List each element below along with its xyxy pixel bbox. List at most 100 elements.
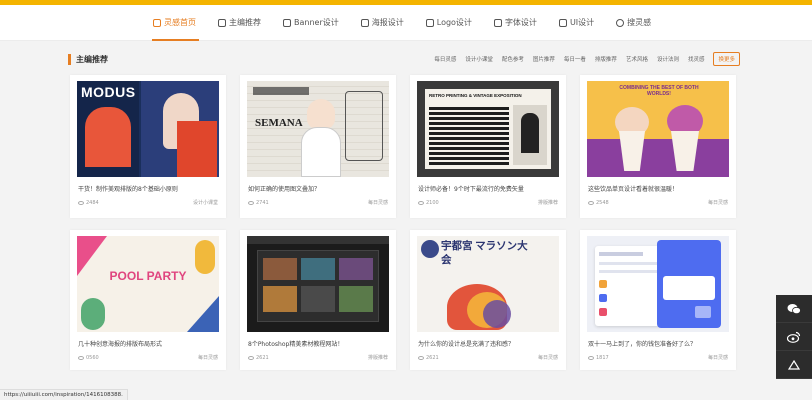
views-value: 2484 bbox=[86, 199, 99, 206]
filter-item[interactable]: 艺术风格 bbox=[626, 55, 648, 63]
side-toolbar bbox=[776, 295, 812, 379]
wechat-icon bbox=[787, 303, 801, 314]
card-title[interactable]: 设计师必备！9个时下最流行的免费矢量 bbox=[410, 177, 566, 199]
card-meta: 2548 每日灵感 bbox=[580, 199, 736, 206]
view-count: 2621 bbox=[418, 355, 439, 361]
thumb-caption: SEMANA bbox=[255, 117, 303, 129]
ui-icon bbox=[558, 18, 567, 27]
search-icon bbox=[616, 18, 625, 27]
card-title[interactable]: 双十一马上到了，你的钱包准备好了么？ bbox=[580, 332, 736, 354]
card-thumbnail[interactable]: RETRO PRINTING & VINTAGE EXPOSITION bbox=[417, 81, 559, 177]
card-grid: MODUS 干货！制作美观排版的8个基础小原则 2484 设计小课堂 SEMAN… bbox=[70, 75, 736, 370]
eye-icon bbox=[588, 355, 594, 360]
card-thumbnail[interactable]: 宇都宮 マラソン大会 bbox=[417, 236, 559, 332]
nav-label: 灵感首页 bbox=[164, 18, 196, 27]
card-thumbnail[interactable]: POOL PARTY bbox=[77, 236, 219, 332]
card-title[interactable]: 如何正确的使用图文叠加？ bbox=[240, 177, 396, 199]
nav-label: 字体设计 bbox=[504, 18, 537, 27]
wechat-share-button[interactable] bbox=[776, 295, 812, 323]
view-count: 2621 bbox=[248, 355, 269, 361]
nav-item-search[interactable]: 搜灵感 bbox=[611, 5, 668, 41]
card-title[interactable]: 8个Photoshop精美素材教程网站！ bbox=[240, 332, 396, 354]
card-thumbnail[interactable]: SEMANA bbox=[247, 81, 389, 177]
article-card[interactable]: 双十一马上到了，你的钱包准备好了么？ 1817 每日灵感 bbox=[580, 230, 736, 370]
card-tag[interactable]: 每日灵感 bbox=[368, 199, 388, 206]
weibo-icon bbox=[787, 331, 801, 343]
home-icon bbox=[153, 18, 161, 27]
thumb-caption: RETRO PRINTING & VINTAGE EXPOSITION bbox=[429, 93, 522, 98]
back-to-top-button[interactable] bbox=[776, 351, 812, 379]
filter-item[interactable]: 排版推荐 bbox=[595, 55, 617, 63]
thumb-caption: MODUS bbox=[81, 84, 136, 100]
back-to-top-icon bbox=[788, 359, 800, 370]
card-thumbnail[interactable] bbox=[247, 236, 389, 332]
card-title[interactable]: 为什么你的设计总是充满了违和感？ bbox=[410, 332, 566, 354]
weibo-share-button[interactable] bbox=[776, 323, 812, 351]
card-tag[interactable]: 每日灵感 bbox=[708, 354, 728, 361]
card-tag[interactable]: 排版推荐 bbox=[538, 199, 558, 206]
filter-item[interactable]: 设计小课堂 bbox=[465, 55, 493, 63]
views-value: 2741 bbox=[256, 199, 269, 206]
card-thumbnail[interactable]: MODUS bbox=[77, 81, 219, 177]
font-icon bbox=[493, 18, 502, 27]
card-meta: 0560 每日灵感 bbox=[70, 354, 226, 361]
nav-label: 主编推荐 bbox=[229, 18, 261, 27]
card-thumbnail[interactable] bbox=[587, 236, 729, 332]
editor-icon bbox=[218, 18, 226, 27]
nav-item-banner[interactable]: Banner设计 bbox=[278, 5, 356, 41]
filter-item[interactable]: 配色参考 bbox=[502, 55, 524, 63]
card-tag[interactable]: 每日灵感 bbox=[708, 199, 728, 206]
section-marker bbox=[68, 53, 71, 65]
more-button[interactable]: 换更多 bbox=[713, 52, 740, 66]
card-title[interactable]: 这些饮品单页设计看着就很温暖！ bbox=[580, 177, 736, 199]
eye-icon bbox=[588, 200, 594, 205]
filter-item[interactable]: 设计法则 bbox=[657, 55, 679, 63]
nav-item-font[interactable]: 字体设计 bbox=[489, 5, 554, 41]
thumb-caption: COMBINING THE BEST OF BOTH WORLDS! bbox=[619, 85, 699, 97]
card-tag[interactable]: 设计小课堂 bbox=[193, 199, 218, 206]
card-tag[interactable]: 每日灵感 bbox=[198, 354, 218, 361]
filter-item[interactable]: 找灵感 bbox=[688, 55, 705, 63]
nav-label: Banner设计 bbox=[294, 18, 339, 27]
views-value: 2548 bbox=[596, 199, 609, 206]
card-meta: 2741 每日灵感 bbox=[240, 199, 396, 206]
eye-icon bbox=[418, 200, 424, 205]
article-card[interactable]: SEMANA 如何正确的使用图文叠加？ 2741 每日灵感 bbox=[240, 75, 396, 218]
eye-icon bbox=[78, 355, 84, 360]
article-card[interactable]: RETRO PRINTING & VINTAGE EXPOSITION 设计师必… bbox=[410, 75, 566, 218]
view-count: 2741 bbox=[248, 200, 269, 206]
card-meta: 1817 每日灵感 bbox=[580, 354, 736, 361]
card-tag[interactable]: 排版推荐 bbox=[368, 354, 388, 361]
status-bar-url: https://uiiiuiii.com/inspiration/1416108… bbox=[0, 389, 128, 400]
filter-item[interactable]: 图片推荐 bbox=[533, 55, 555, 63]
article-card[interactable]: POOL PARTY 几十种创意海报的排版布局形式 0560 每日灵感 bbox=[70, 230, 226, 370]
card-tag[interactable]: 每日灵感 bbox=[538, 354, 558, 361]
filter-list: 每日灵感 设计小课堂 配色参考 图片推荐 每日一看 排版推荐 艺术风格 设计法则… bbox=[434, 52, 740, 66]
nav-item-home[interactable]: 灵感首页 bbox=[148, 5, 213, 41]
nav-item-ui[interactable]: UI设计 bbox=[554, 5, 611, 41]
views-value: 2621 bbox=[426, 354, 439, 361]
filter-item[interactable]: 每日一看 bbox=[564, 55, 586, 63]
article-card[interactable]: MODUS 干货！制作美观排版的8个基础小原则 2484 设计小课堂 bbox=[70, 75, 226, 218]
card-thumbnail[interactable]: COMBINING THE BEST OF BOTH WORLDS! bbox=[587, 81, 729, 177]
section-title: 主编推荐 bbox=[76, 54, 108, 64]
card-title[interactable]: 干货！制作美观排版的8个基础小原则 bbox=[70, 177, 226, 199]
article-card[interactable]: 8个Photoshop精美素材教程网站！ 2621 排版推荐 bbox=[240, 230, 396, 370]
view-count: 0560 bbox=[78, 355, 99, 361]
filter-item[interactable]: 每日灵感 bbox=[434, 55, 456, 63]
article-card[interactable]: 宇都宮 マラソン大会 为什么你的设计总是充满了违和感？ 2621 每日灵感 bbox=[410, 230, 566, 370]
article-card[interactable]: COMBINING THE BEST OF BOTH WORLDS! 这些饮品单… bbox=[580, 75, 736, 218]
views-value: 2100 bbox=[426, 199, 439, 206]
view-count: 2548 bbox=[588, 200, 609, 206]
nav-item-poster[interactable]: 海报设计 bbox=[356, 5, 421, 41]
card-meta: 2621 每日灵感 bbox=[410, 354, 566, 361]
nav-item-editor-pick[interactable]: 主编推荐 bbox=[213, 5, 278, 41]
view-count: 1817 bbox=[588, 355, 609, 361]
nav-label: 海报设计 bbox=[371, 18, 404, 27]
view-count: 2484 bbox=[78, 200, 99, 206]
card-meta: 2484 设计小课堂 bbox=[70, 199, 226, 206]
thumb-caption: POOL PARTY bbox=[109, 269, 187, 283]
nav-item-logo[interactable]: Logo设计 bbox=[421, 5, 489, 41]
views-value: 1817 bbox=[596, 354, 609, 361]
card-title[interactable]: 几十种创意海报的排版布局形式 bbox=[70, 332, 226, 354]
